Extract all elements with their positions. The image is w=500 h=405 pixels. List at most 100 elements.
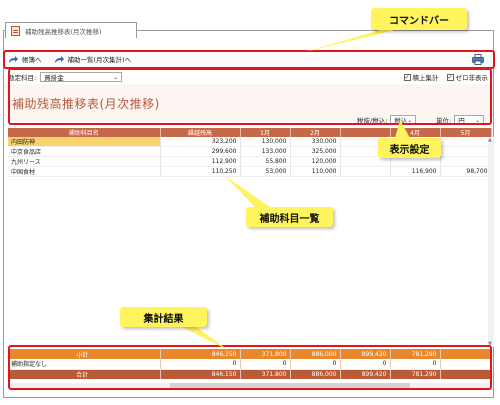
cell: 133,000: [240, 146, 291, 157]
unit-value: 円: [458, 117, 465, 125]
checkbox-check-icon: ✓: [446, 73, 454, 81]
cell: 886,000: [290, 369, 341, 379]
tax-option: 税抜/税込: 税込 ⌄: [357, 115, 417, 125]
total-label: 合計: [8, 369, 161, 379]
cell: 371,800: [240, 349, 291, 359]
table-row[interactable]: 中国食材 110,250 53,000 110,000 116,900 98,7…: [8, 166, 492, 177]
cell: 899,420: [340, 369, 391, 379]
cell: 55,800: [240, 156, 291, 167]
cumulative-label: 積上集計: [412, 74, 439, 82]
column-header[interactable]: 4月: [390, 128, 441, 137]
cell: 323,200: [160, 137, 241, 147]
cell: 110,000: [290, 166, 341, 177]
cell: 53,000: [240, 166, 291, 177]
totals-callout: 集計結果: [120, 307, 207, 327]
column-header[interactable]: 2月: [290, 128, 341, 137]
cell: [440, 349, 492, 359]
unit-label: 単位:: [436, 117, 452, 125]
cell: 899,420: [340, 349, 391, 359]
chevron-down-icon: ⌄: [113, 74, 119, 81]
cell: [440, 146, 492, 157]
grand-total-row: 合計 846,150 371,800 886,000 899,420 781,2…: [8, 369, 492, 379]
table-row[interactable]: 九州リース 112,900 55,800 120,000: [8, 156, 492, 167]
cell: 846,150: [160, 349, 241, 359]
unit-select[interactable]: 円 ⌄: [454, 115, 485, 125]
cell: 846,150: [160, 369, 241, 379]
cell: 0: [390, 359, 441, 370]
scroll-down-icon[interactable]: ▼: [488, 341, 492, 347]
back-to-ledger-label: 帳簿へ: [22, 56, 42, 64]
report-title: 補助残高推移表(月次推移): [12, 97, 160, 111]
cell: 371,800: [240, 369, 291, 379]
account-label: 勘定科目:: [8, 74, 37, 82]
curved-arrow-icon: [9, 55, 18, 63]
command-bar: 帳簿へ 補助一覧(月次集計)へ: [4, 51, 494, 68]
tax-value: 税込: [394, 117, 408, 125]
totals-table: 小計 846,150 371,800 886,000 899,420 781,2…: [8, 349, 492, 379]
cell: 330,000: [290, 137, 341, 147]
tax-label: 税抜/税込:: [357, 117, 388, 125]
cell: [440, 137, 492, 147]
column-header[interactable]: 5月: [440, 128, 492, 137]
cell: 120,000: [290, 156, 341, 167]
no-subaccount-row: 補助指定なし 0 0 0 0 0: [8, 359, 492, 370]
cell: 781,290: [390, 369, 441, 379]
command-bar-callout: コマンドバー: [371, 8, 467, 30]
vertical-scrollbar[interactable]: ▲ ▼: [488, 137, 494, 347]
window-tab[interactable]: 補助残高推移表(月次推移): [5, 22, 137, 38]
subaccount-list-callout: 補助科目一覧: [246, 207, 333, 227]
cumulative-checkbox[interactable]: ✓ 積上集計: [403, 72, 439, 82]
curved-arrow-icon: [54, 55, 64, 63]
hide-zero-checkbox[interactable]: ✓ ゼロ非表示: [446, 72, 489, 82]
printer-icon[interactable]: [472, 54, 484, 65]
chevron-down-icon: ⌄: [407, 117, 413, 124]
cell: 112,900: [160, 156, 241, 167]
back-to-ledger-button[interactable]: 帳簿へ: [8, 54, 42, 64]
to-subaccount-list-label: 補助一覧(月次集計)へ: [67, 56, 132, 64]
tab-title: 補助残高推移表(月次推移): [25, 27, 102, 36]
no-subaccount-label: 補助指定なし: [8, 359, 161, 370]
subtotal-row: 小計 846,150 371,800 886,000 899,420 781,2…: [8, 349, 492, 359]
cell: 130,000: [240, 137, 291, 147]
cell: 781,290: [390, 349, 441, 359]
cell: [440, 359, 492, 370]
checkbox-check-icon: ✓: [403, 73, 411, 81]
cell: 299,600: [160, 146, 241, 157]
unit-option: 単位: 円 ⌄: [436, 115, 485, 125]
subtotal-label: 小計: [8, 349, 161, 359]
cell: [340, 166, 391, 177]
document-icon: [11, 25, 20, 36]
horizontal-scrollbar[interactable]: [10, 383, 488, 389]
account-value: 買掛金: [44, 74, 64, 82]
scroll-up-icon[interactable]: ▲: [488, 137, 492, 143]
cell: 0: [160, 359, 241, 370]
cell: 0: [240, 359, 291, 370]
cell: [390, 156, 441, 167]
column-header[interactable]: [340, 128, 391, 137]
display-settings-callout: 表示設定: [378, 138, 441, 158]
to-subaccount-list-button[interactable]: 補助一覧(月次集計)へ: [54, 54, 132, 64]
cell: 886,000: [290, 349, 341, 359]
column-header[interactable]: 1月: [240, 128, 291, 137]
subaccount-name: 中国食材: [8, 166, 161, 177]
cell: 0: [290, 359, 341, 370]
hide-zero-label: ゼロ非表示: [455, 74, 489, 82]
column-header[interactable]: 補助科目名: [8, 128, 161, 137]
cell: 0: [340, 359, 391, 370]
filter-row: 勘定科目: 買掛金 ⌄ ✓ 積上集計 ✓ ゼロ非表示: [8, 71, 488, 83]
cell: 98,700: [440, 166, 492, 177]
cell: 110,250: [160, 166, 241, 177]
grid-header-row: 補助科目名 繰越残高 1月 2月 4月 5月: [8, 128, 492, 137]
scrollbar-thumb[interactable]: [170, 383, 410, 388]
chevron-down-icon: ⌄: [475, 117, 481, 124]
account-select[interactable]: 買掛金 ⌄: [40, 72, 123, 82]
column-header[interactable]: 繰越残高: [160, 128, 241, 137]
cell: [440, 156, 492, 167]
tax-select[interactable]: 税込 ⌄: [390, 115, 417, 125]
subaccount-name: 内田防神: [8, 137, 161, 147]
cell: 116,900: [390, 166, 441, 177]
subaccount-name: 中京食品店: [8, 146, 161, 157]
cell: 325,000: [290, 146, 341, 157]
cell: [440, 369, 492, 379]
cell: [340, 156, 391, 167]
